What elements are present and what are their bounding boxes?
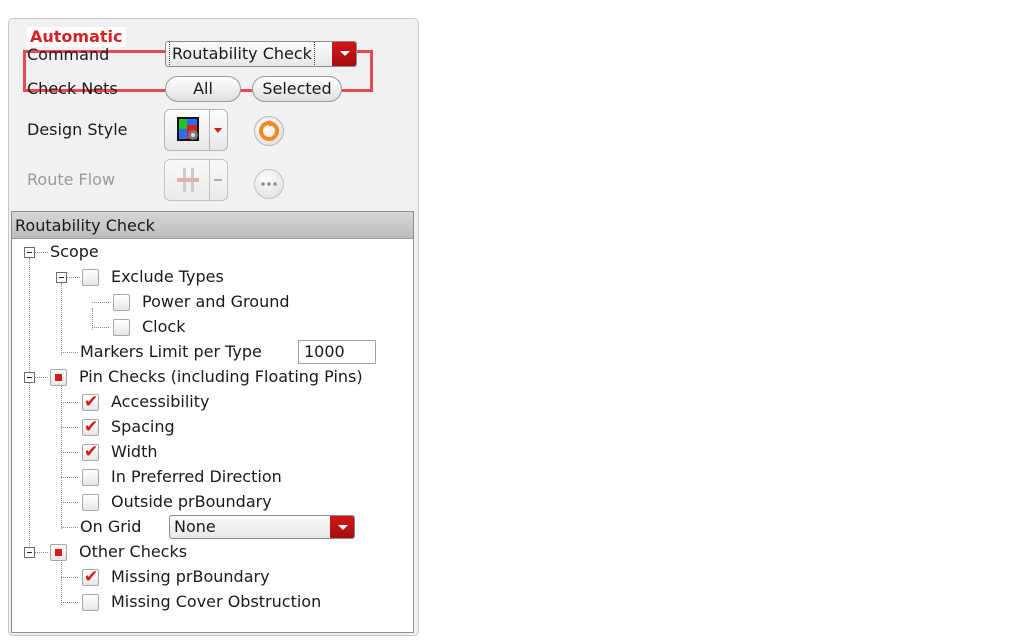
tree-line (61, 383, 62, 529)
power-ground-label: Power and Ground (142, 292, 290, 311)
spacing-label: Spacing (111, 417, 175, 436)
chevron-down-icon[interactable] (330, 516, 354, 538)
tree-line (61, 283, 62, 355)
exclude-types-label: Exclude Types (111, 267, 224, 286)
checkmark-icon: ✔ (84, 417, 99, 437)
markers-limit-input[interactable]: 1000 (298, 340, 376, 364)
tree-line (61, 577, 78, 578)
tree-line (61, 452, 78, 453)
check-nets-selected-button[interactable]: Selected (252, 76, 342, 102)
design-style-button[interactable] (164, 109, 210, 151)
tree-line (61, 558, 62, 605)
chevron-down-icon[interactable] (332, 42, 356, 66)
tree-line (92, 302, 109, 303)
missing-prboundary-label: Missing prBoundary (111, 567, 270, 586)
checkmark-icon: ✔ (84, 567, 99, 587)
tree-line (92, 327, 109, 328)
exclude-types-collapse-icon[interactable] (56, 272, 67, 283)
tree-line (61, 502, 78, 503)
design-style-dropdown[interactable] (210, 109, 228, 151)
tree-line (29, 258, 30, 554)
other-checks-checkbox[interactable] (50, 544, 67, 561)
checkmark-icon: ✔ (84, 442, 99, 462)
missing-cover-label: Missing Cover Obstruction (111, 592, 322, 611)
spacing-checkbox[interactable]: ✔ (82, 417, 99, 437)
group-title: Automatic (27, 27, 126, 47)
design-style-label: Design Style (27, 120, 128, 139)
route-flow-dropdown[interactable] (210, 159, 228, 201)
route-flow-label: Route Flow (27, 170, 116, 189)
outside-prboundary-checkbox[interactable] (82, 494, 99, 511)
outside-prboundary-label: Outside prBoundary (111, 492, 272, 511)
preferred-direction-checkbox[interactable] (82, 469, 99, 486)
markers-limit-label: Markers Limit per Type (80, 342, 262, 361)
tree-line (61, 477, 78, 478)
command-value: Routability Check (169, 42, 315, 66)
pin-checks-checkbox[interactable] (50, 369, 67, 386)
width-checkbox[interactable]: ✔ (82, 442, 99, 462)
on-grid-label: On Grid (80, 517, 142, 536)
on-grid-value: None (174, 517, 216, 536)
tree-header: Routability Check (12, 212, 413, 239)
scope-label: Scope (50, 242, 99, 261)
missing-cover-checkbox[interactable] (82, 594, 99, 611)
pin-checks-label: Pin Checks (including Floating Pins) (79, 367, 363, 386)
chevron-down-icon (214, 128, 222, 133)
clock-label: Clock (142, 317, 186, 336)
missing-prboundary-checkbox[interactable]: ✔ (82, 567, 99, 587)
route-flow-button[interactable] (164, 159, 210, 201)
tree-line (61, 352, 78, 353)
tree-line (61, 402, 78, 403)
exclude-types-checkbox[interactable] (82, 269, 99, 286)
check-nets-all-button[interactable]: All (165, 76, 241, 102)
other-checks-collapse-icon[interactable] (24, 547, 35, 558)
tree-line (61, 602, 78, 603)
tree-line (34, 552, 48, 553)
accessibility-label: Accessibility (111, 392, 210, 411)
pin-checks-collapse-icon[interactable] (24, 372, 35, 383)
tree-line (34, 377, 48, 378)
refresh-icon (259, 120, 279, 141)
minus-icon (214, 179, 222, 181)
scope-collapse-icon[interactable] (24, 247, 35, 258)
route-flow-icon (177, 168, 199, 192)
tree-line (61, 427, 78, 428)
route-flow-options-button[interactable] (254, 169, 284, 199)
power-ground-checkbox[interactable] (113, 294, 130, 311)
ellipsis-icon (261, 182, 277, 186)
width-label: Width (111, 442, 158, 461)
other-checks-label: Other Checks (79, 542, 188, 561)
on-grid-combo[interactable]: None (169, 515, 355, 539)
checkmark-icon: ✔ (84, 392, 99, 412)
tree-line (66, 277, 80, 278)
tree-line (61, 527, 78, 528)
design-style-icon (177, 117, 199, 141)
command-label: Command (27, 45, 110, 64)
check-nets-label: Check Nets (27, 79, 118, 98)
clock-checkbox[interactable] (113, 319, 130, 336)
preferred-direction-label: In Preferred Direction (111, 467, 282, 486)
routability-tree: Routability Check Scope Exclude Types Po… (11, 211, 414, 633)
tree-line (34, 252, 48, 253)
accessibility-checkbox[interactable]: ✔ (82, 392, 99, 412)
command-combo[interactable]: Routability Check (165, 41, 357, 67)
design-style-reset-button[interactable] (254, 116, 284, 146)
